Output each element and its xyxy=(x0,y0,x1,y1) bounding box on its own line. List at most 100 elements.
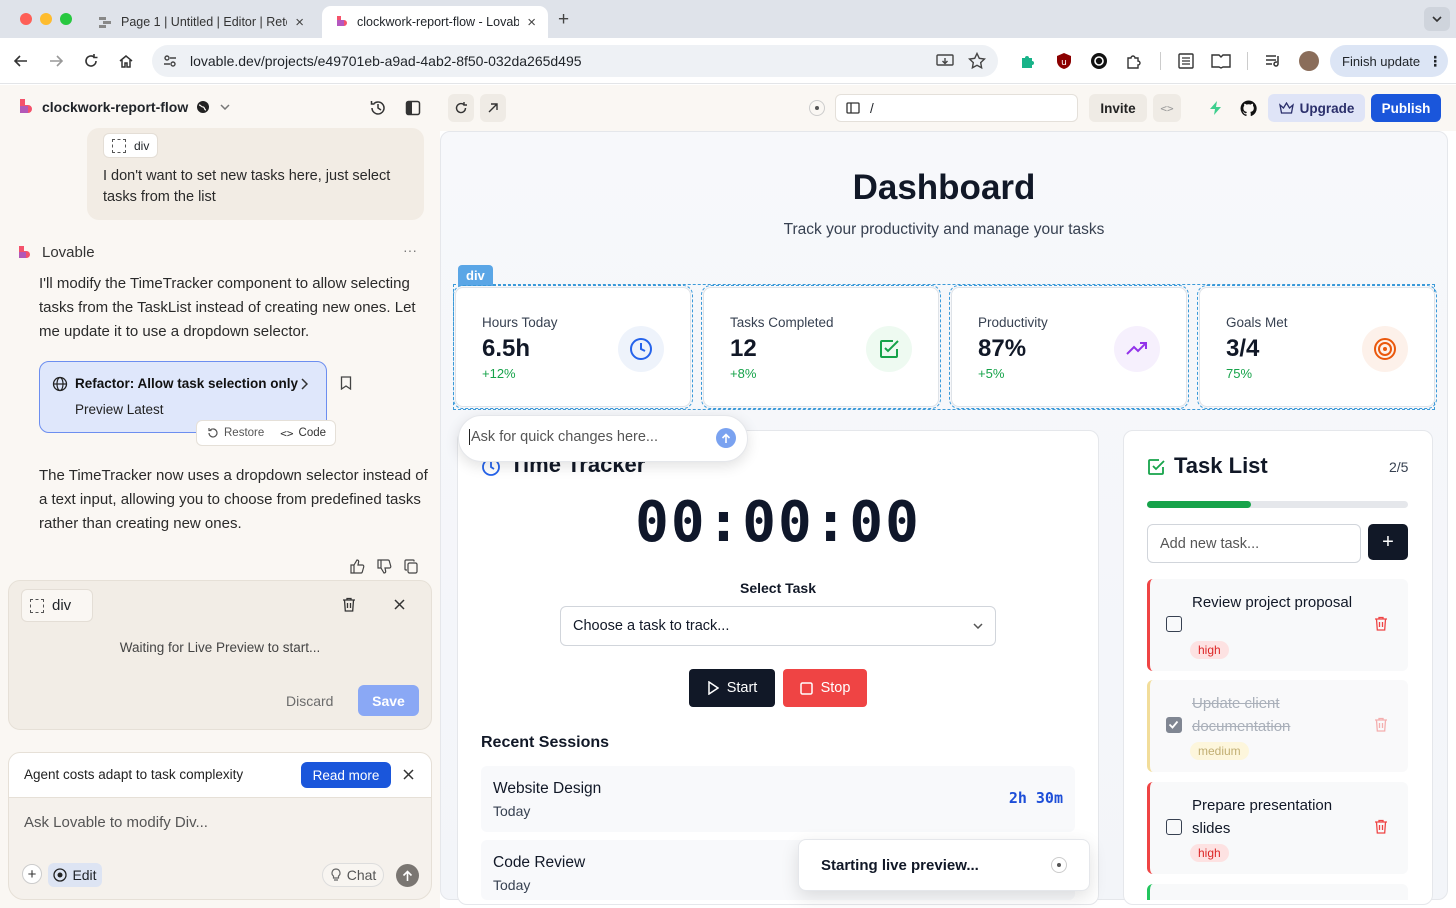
save-button[interactable]: Save xyxy=(358,685,419,716)
stat-card-tasks[interactable]: Tasks Completed 12 +8% xyxy=(701,285,941,409)
close-icon[interactable] xyxy=(394,599,405,610)
select-task-label: Select Task xyxy=(739,580,816,596)
route-path-field[interactable]: / xyxy=(835,94,1078,122)
recent-sessions-title: Recent Sessions xyxy=(481,734,610,751)
close-tab-icon[interactable]: × xyxy=(287,14,304,31)
trash-icon[interactable] xyxy=(1374,717,1388,732)
restore-button[interactable]: Restore xyxy=(207,427,264,439)
privacy-extension-icon[interactable] xyxy=(1089,51,1109,71)
chat-input[interactable]: Ask Lovable to modify Div... xyxy=(24,814,208,831)
start-button[interactable]: Start xyxy=(689,669,775,707)
task-checkbox-checked[interactable] xyxy=(1166,717,1182,733)
publish-button[interactable]: Publish xyxy=(1371,94,1441,122)
priority-badge: medium xyxy=(1190,742,1249,760)
task-title: Update client documentation xyxy=(1192,695,1291,735)
extensions-icon[interactable] xyxy=(1124,51,1144,71)
refresh-preview-button[interactable] xyxy=(448,94,474,122)
browser-tab-retool[interactable]: Page 1 | Untitled | Editor | Retool × xyxy=(86,6,316,38)
task-checkbox[interactable] xyxy=(1166,616,1182,632)
copy-icon[interactable] xyxy=(404,559,418,574)
stat-change: +8% xyxy=(730,366,757,381)
profile-avatar[interactable] xyxy=(1299,51,1319,71)
preview-latest-link[interactable]: Preview Latest xyxy=(75,402,164,417)
quick-changes-input[interactable]: Ask for quick changes here... xyxy=(469,429,658,445)
reader-mode-icon[interactable] xyxy=(1211,51,1231,71)
selected-element-chip[interactable]: div xyxy=(21,589,93,622)
media-control-icon[interactable] xyxy=(1263,51,1283,71)
task-select-dropdown[interactable]: Choose a task to track... xyxy=(560,606,996,646)
stat-value: 6.5h xyxy=(482,335,531,362)
code-view-button[interactable]: <> xyxy=(1153,94,1181,122)
lovable-favicon-icon xyxy=(337,16,347,26)
project-switcher[interactable]: clockwork-report-flow xyxy=(16,98,230,116)
route-path-text: / xyxy=(870,100,874,116)
discard-button[interactable]: Discard xyxy=(286,693,333,709)
stat-label: Productivity xyxy=(978,315,1048,330)
close-tab-icon[interactable]: × xyxy=(519,14,536,31)
history-icon xyxy=(370,101,385,115)
close-icon[interactable] xyxy=(403,769,414,780)
trash-icon[interactable] xyxy=(342,597,356,612)
send-button[interactable] xyxy=(396,864,419,887)
toggle-sidebar-button[interactable] xyxy=(405,100,421,121)
thumbs-down-icon[interactable] xyxy=(377,559,392,574)
read-more-button[interactable]: Read more xyxy=(301,762,391,788)
github-button[interactable] xyxy=(1236,94,1260,122)
bookmark-icon[interactable] xyxy=(340,376,352,390)
history-button[interactable] xyxy=(369,99,387,122)
forward-button[interactable] xyxy=(45,50,67,72)
external-link-icon xyxy=(488,103,498,113)
tab-search-button[interactable] xyxy=(1424,7,1450,31)
start-label: Start xyxy=(726,680,758,696)
task-checkbox[interactable] xyxy=(1166,819,1182,835)
zoom-window-button[interactable] xyxy=(60,13,72,25)
quick-send-button[interactable] xyxy=(716,428,736,448)
site-settings-icon[interactable] xyxy=(162,53,178,69)
bookmark-star-icon[interactable] xyxy=(968,52,986,70)
upgrade-button[interactable]: Upgrade xyxy=(1268,94,1365,122)
chat-mode-button[interactable]: Chat xyxy=(322,863,384,887)
task-progress-track xyxy=(1147,501,1408,508)
install-app-icon[interactable] xyxy=(936,53,954,69)
stat-label: Tasks Completed xyxy=(730,315,834,330)
trash-icon[interactable] xyxy=(1374,616,1388,631)
task-item[interactable]: Prepare presentation slides high xyxy=(1147,782,1408,874)
thumbs-up-icon[interactable] xyxy=(350,559,365,574)
code-button[interactable]: <> Code xyxy=(280,427,326,440)
puzzle-extension-icon[interactable] xyxy=(1018,51,1038,71)
reload-button[interactable] xyxy=(80,50,102,72)
new-tab-button[interactable]: + xyxy=(558,9,569,31)
browser-tab-lovable[interactable]: clockwork-report-flow - Lovable × xyxy=(322,6,548,38)
element-chip[interactable]: div xyxy=(103,133,159,158)
task-item[interactable]: Update client documentation medium xyxy=(1147,680,1408,772)
agent-cost-text: Agent costs adapt to task complexity xyxy=(24,767,244,782)
finish-update-button[interactable]: Finish update ⋮ xyxy=(1330,45,1448,77)
ublock-extension-icon[interactable]: u xyxy=(1054,51,1074,71)
lovable-logo-icon xyxy=(20,99,32,113)
address-bar[interactable]: lovable.dev/projects/e49701eb-a9ad-4ab2-… xyxy=(152,45,998,77)
trash-icon[interactable] xyxy=(1374,819,1388,834)
add-attachment-button[interactable]: + xyxy=(22,864,42,884)
home-button[interactable] xyxy=(115,50,137,72)
add-task-input[interactable]: Add new task... xyxy=(1147,524,1361,563)
toolbar-divider xyxy=(1160,52,1161,70)
lightning-icon xyxy=(1210,101,1221,115)
refactor-title: Refactor: Allow task selection only xyxy=(75,376,299,391)
invite-button[interactable]: Invite xyxy=(1089,94,1147,122)
close-window-button[interactable] xyxy=(20,13,32,25)
add-task-button[interactable]: + xyxy=(1368,524,1408,560)
stat-card-productivity[interactable]: Productivity 87% +5% xyxy=(949,285,1189,409)
minimize-window-button[interactable] xyxy=(40,13,52,25)
stop-button[interactable]: Stop xyxy=(783,669,867,707)
supabase-button[interactable] xyxy=(1203,94,1229,122)
stat-card-hours[interactable]: Hours Today 6.5h +12% xyxy=(453,285,693,409)
browser-window-icon xyxy=(846,102,860,114)
message-more-icon[interactable]: ··· xyxy=(403,242,417,258)
back-button[interactable] xyxy=(10,50,32,72)
edit-mode-button[interactable]: Edit xyxy=(48,863,102,887)
task-item[interactable]: Review project proposal high xyxy=(1147,579,1408,671)
open-in-new-tab-button[interactable] xyxy=(480,94,506,122)
status-dot-icon xyxy=(809,100,825,116)
stat-card-goals[interactable]: Goals Met 3/4 75% xyxy=(1197,285,1437,409)
reading-list-icon[interactable] xyxy=(1176,51,1196,71)
